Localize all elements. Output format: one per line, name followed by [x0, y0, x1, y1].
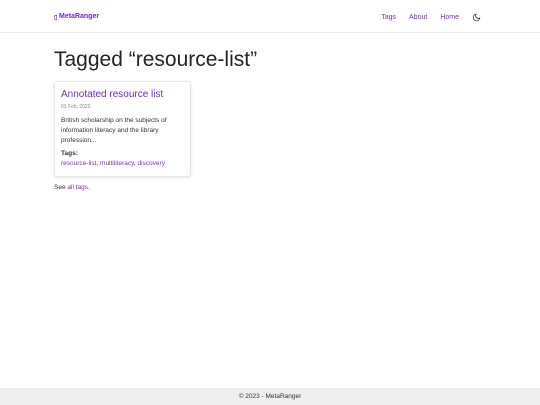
top-navbar: ▯ MetaRanger Tags About Home — [0, 0, 540, 33]
post-date: 03 Feb, 2022 — [61, 104, 91, 110]
page-title: Tagged “resource-list” — [54, 48, 258, 71]
post-tags: resource-list, multiliteracy, discovery — [61, 159, 184, 169]
post-card: Annotated resource list 03 Feb, 2022 Bri… — [54, 81, 191, 177]
all-tags-link[interactable]: all tags — [67, 184, 88, 191]
tag-link-resource-list[interactable]: resource-list — [61, 160, 96, 167]
brand-link[interactable]: ▯ MetaRanger — [54, 12, 99, 21]
theme-toggle-button[interactable] — [471, 12, 481, 22]
nav-link-tags[interactable]: Tags — [381, 13, 396, 22]
brand-label: MetaRanger — [59, 13, 100, 20]
post-title-link[interactable]: Annotated resource list — [61, 89, 184, 101]
see-all-tags: See all tags. — [54, 183, 90, 192]
post-excerpt: British scholarship on the subjects of i… — [61, 117, 167, 144]
brand-icon: ▯ — [54, 15, 58, 21]
nav-link-home[interactable]: Home — [440, 13, 459, 22]
tags-label: Tags: — [61, 150, 78, 157]
footer-copyright: © 2023 - MetaRanger — [238, 393, 302, 400]
tag-link-discovery[interactable]: discovery — [138, 160, 165, 167]
page-footer: © 2023 - MetaRanger — [0, 388, 540, 405]
moon-icon — [472, 13, 480, 21]
nav-link-about[interactable]: About — [409, 13, 427, 22]
nav-links: Tags About Home — [368, 12, 481, 22]
see-all-prefix: See — [54, 184, 66, 191]
tag-link-multiliteracy[interactable]: multiliteracy — [100, 160, 134, 167]
see-all-suffix: . — [88, 184, 90, 191]
